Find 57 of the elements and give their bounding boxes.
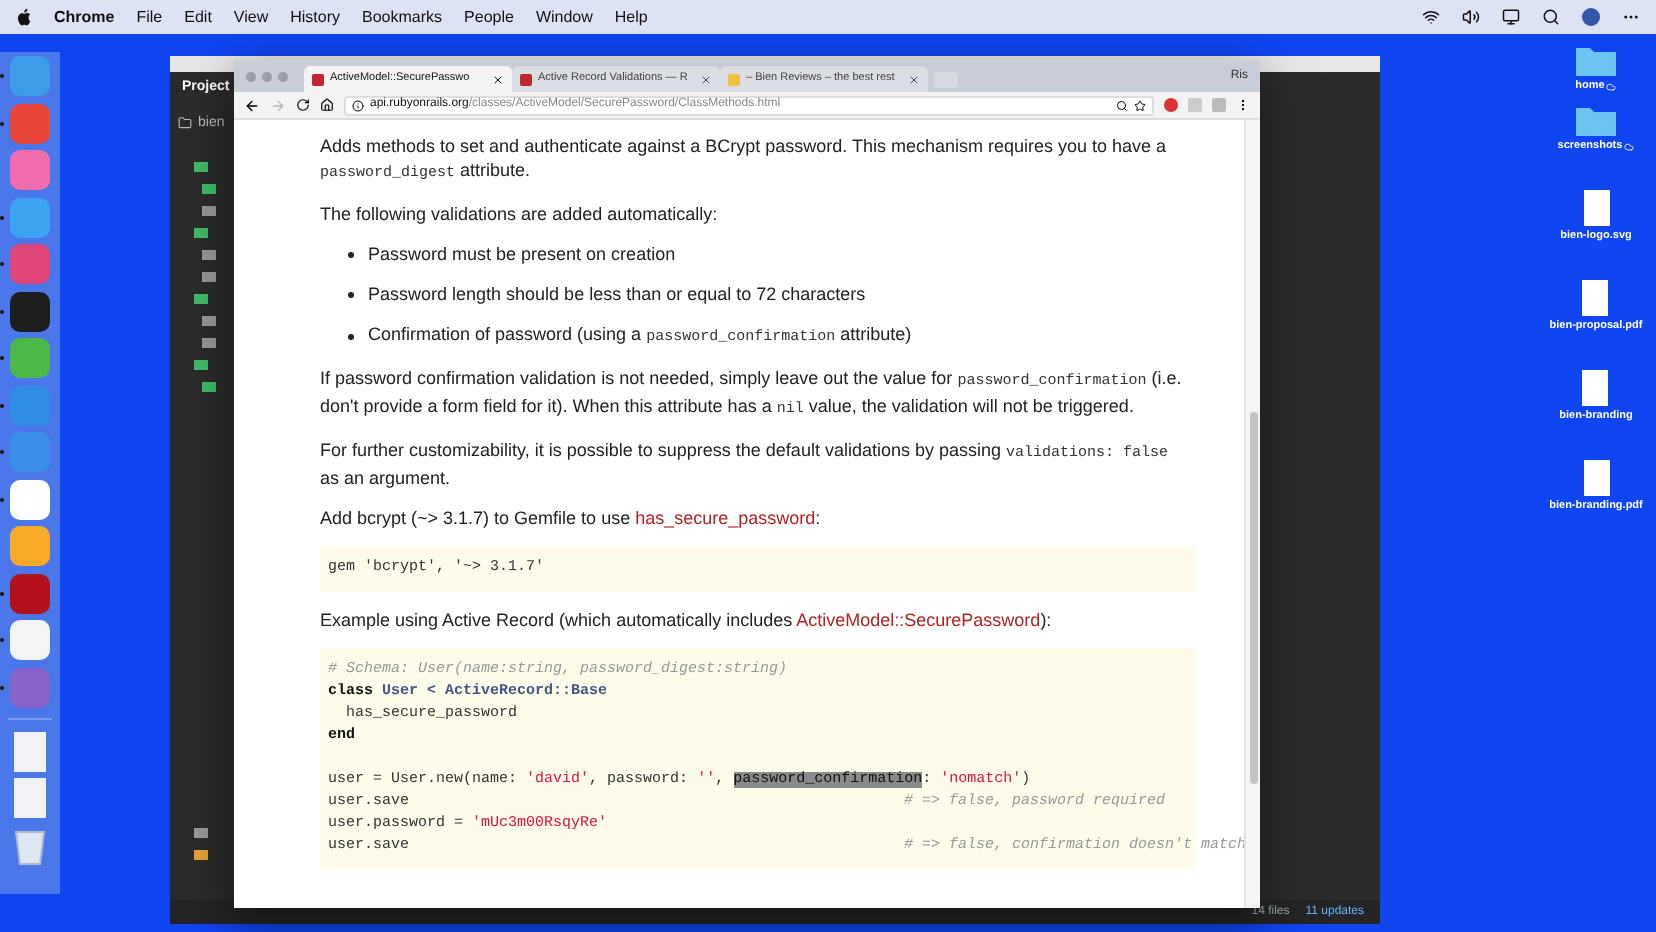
document-icon[interactable]	[14, 731, 46, 771]
document-icon[interactable]	[1583, 190, 1609, 226]
paragraph: The following validations are added automatically:	[320, 202, 720, 226]
reload-icon[interactable]	[296, 98, 310, 112]
menu-item[interactable]: View	[233, 5, 269, 29]
folder-icon	[178, 116, 192, 131]
app-icon[interactable]	[10, 479, 50, 519]
display-icon[interactable]	[1502, 8, 1520, 26]
forward-icon[interactable]	[270, 97, 286, 113]
app-icon[interactable]	[10, 620, 50, 660]
doc-link[interactable]: ActiveModel::SecurePassword	[796, 610, 1041, 630]
menu-item[interactable]: Help	[614, 5, 648, 29]
list-item: Password length should be less than or equal to 72 characters	[368, 282, 866, 306]
back-icon[interactable]	[244, 97, 260, 113]
menu-item[interactable]: People	[464, 5, 514, 29]
menu-app-name[interactable]: Chrome	[54, 5, 115, 29]
close-icon[interactable]	[492, 73, 504, 85]
menu-item[interactable]: Window	[535, 5, 593, 29]
menu-item[interactable]: Edit	[184, 5, 212, 29]
app-icon[interactable]	[10, 291, 50, 331]
dock-item[interactable]	[0, 291, 50, 331]
dock-item[interactable]	[0, 573, 50, 613]
menu-icon[interactable]	[1236, 98, 1250, 112]
paragraph: Add bcrypt (~> 3.1.7) to Gemfile to use has_secure_password:	[320, 506, 823, 530]
scrollbar-thumb[interactable]	[1249, 412, 1257, 784]
menu-item[interactable]: History	[290, 5, 341, 29]
wifi-icon[interactable]	[1422, 8, 1440, 26]
tab-favicon-icon	[312, 73, 324, 85]
zoom-icon[interactable]	[1116, 99, 1128, 111]
folder-icon[interactable]	[1576, 104, 1616, 136]
bullet-icon	[348, 251, 354, 257]
tab-favicon-icon	[520, 73, 532, 85]
apple-logo-icon[interactable]	[16, 8, 32, 26]
bullet-icon	[348, 333, 354, 339]
list-item: Password must be present on creation	[368, 242, 676, 266]
doc-link[interactable]: has_secure_password	[635, 508, 816, 528]
info-icon	[352, 99, 364, 111]
trash-icon[interactable]	[14, 825, 46, 865]
paragraph: Example using Active Record (which automatically includes ActiveModel::SecurePassword):	[320, 608, 1054, 632]
bullet-icon	[348, 291, 354, 297]
home-icon[interactable]	[320, 98, 334, 112]
tab-favicon-icon	[728, 73, 740, 85]
search-icon[interactable]	[1542, 8, 1560, 26]
volume-icon[interactable]	[1462, 8, 1480, 26]
document-icon[interactable]	[1582, 370, 1609, 406]
dock-item[interactable]	[0, 620, 50, 660]
app-icon[interactable]	[10, 526, 50, 566]
menu-item[interactable]: Bookmarks	[362, 5, 443, 29]
document-icon[interactable]	[1582, 280, 1609, 316]
folder-icon[interactable]	[1575, 44, 1616, 76]
bookmark-star-icon[interactable]	[1134, 99, 1146, 111]
scrollbar[interactable]	[1244, 120, 1260, 908]
close-icon[interactable]	[908, 73, 920, 85]
document-icon[interactable]	[1583, 460, 1609, 496]
menu-item[interactable]: File	[136, 5, 163, 29]
close-icon[interactable]	[700, 73, 712, 85]
dock-item[interactable]	[0, 479, 50, 519]
